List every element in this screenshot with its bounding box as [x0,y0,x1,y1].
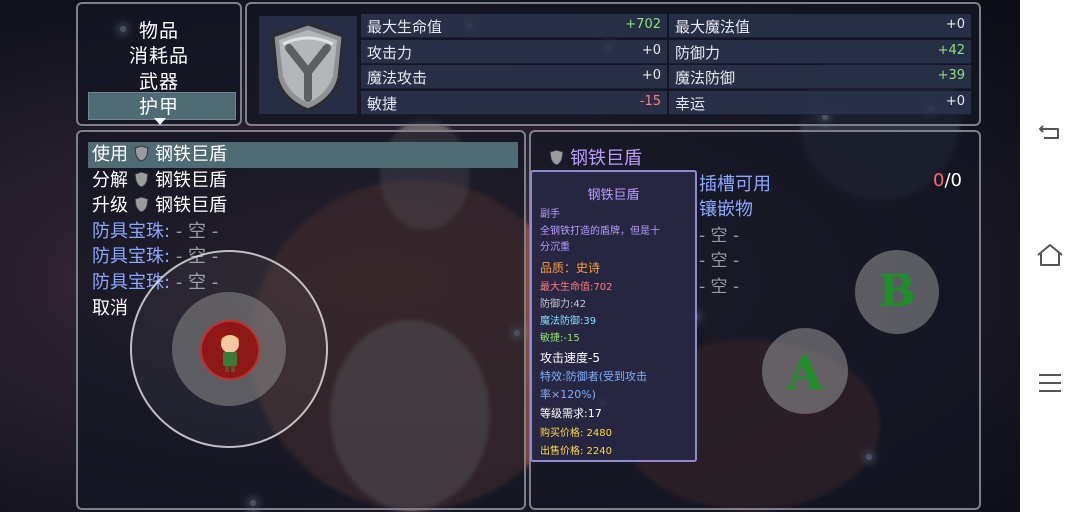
socket-total: 0 [950,170,962,191]
inlay-title: 镶嵌物 [699,199,753,220]
stat-value: +702 [625,17,661,32]
scroll-down-arrow-icon[interactable] [154,118,166,125]
stat-label: 魔法攻击 [367,69,428,87]
stat-label: 最大生命值 [367,18,443,36]
gem-slot-label: 防具宝珠: [92,246,171,267]
tooltip-name: 钢铁巨盾 [587,188,640,203]
cancel-label: 取消 [92,298,128,319]
stat-label: 攻击力 [367,43,413,62]
stat-value: +39 [937,68,965,83]
detail-item-name: 钢铁巨盾 [570,148,642,169]
stat-row: 敏捷 -15 [361,90,667,115]
tooltip-quality: 品质：史诗 [540,261,601,275]
stat-value: +0 [641,42,661,58]
stat-value: -15 [639,93,661,109]
gem-slot-value: - 空 - [175,221,219,242]
system-nav-bar [1020,0,1080,512]
use-label: 使用 [92,144,128,165]
tooltip-def: 防御力:42 [540,299,587,310]
stat-row: 幸运 +0 [669,90,971,115]
stat-label: 最大魔法值 [675,18,751,36]
tooltip-buy-price: 购买价格: 2480 [540,428,612,439]
b-button-label: B [878,266,916,317]
stat-row: 最大魔法值 +0 [669,14,971,38]
tooltip-sell-price: 出售价格: 2240 [540,446,612,457]
category-consumables[interactable]: 消耗品 [78,41,240,68]
a-button-label: A [787,346,823,400]
use-item-name: 钢铁巨盾 [155,144,227,165]
stat-row: 魔法攻击 +0 [361,65,667,89]
gem-slot-label: 防具宝珠: [92,221,171,242]
category-weapons[interactable]: 武器 [78,67,240,94]
tooltip-effect-line2: 率×120%) [540,388,596,401]
disassemble-action[interactable]: 分解 钢铁巨盾 [92,168,227,194]
disassemble-label: 分解 [92,170,128,191]
stat-label: 魔法防御 [675,69,736,87]
tooltip-effect-line1: 特效:防御者(受到攻击 [540,370,647,383]
socket-count: 0/0 [933,170,962,191]
joystick-knob[interactable] [200,320,260,380]
menu-icon[interactable] [1037,372,1063,394]
shield-portrait-icon [259,16,357,114]
stat-row: 最大生命值 +702 [361,14,667,38]
stat-row: 魔法防御 +39 [669,65,971,89]
b-button[interactable]: B [855,250,939,334]
stat-label: 幸运 [675,94,706,113]
shield-icon [549,149,564,166]
stat-row: 攻击力 +0 [361,39,667,64]
use-action[interactable]: 使用 钢铁巨盾 [92,142,227,168]
tooltip-agi: 敏捷:-15 [540,333,580,344]
tooltip-desc-line2: 分沉重 [540,242,570,253]
cancel-action[interactable]: 取消 [92,296,128,322]
stat-label: 防御力 [675,43,721,62]
stat-value: +0 [945,17,965,32]
item-tooltip: 钢铁巨盾 副手 全钢铁打造的盾牌，但是十 分沉重 品质：史诗 最大生命值:702… [530,170,697,462]
tooltip-mdef: 魔法防御:39 [540,316,597,327]
a-button[interactable]: A [762,328,848,414]
upgrade-action[interactable]: 升级 钢铁巨盾 [92,193,227,219]
stat-label: 敏捷 [367,94,398,113]
category-armor[interactable]: 护甲 [78,92,240,119]
inlay-slot-1[interactable]: - 空 - [699,221,739,246]
shield-icon [134,144,149,162]
tooltip-slot: 副手 [540,209,560,220]
stat-value: +0 [641,68,661,83]
shield-icon [134,195,149,213]
upgrade-item-name: 钢铁巨盾 [155,195,227,216]
shield-icon [134,170,149,188]
socket-title: 插槽可用 [699,174,771,195]
home-icon[interactable] [1035,241,1065,271]
tooltip-level-req: 等级需求:17 [540,407,602,420]
disassemble-item-name: 钢铁巨盾 [155,170,227,191]
gem-slot-1[interactable]: 防具宝珠: - 空 - [92,219,218,245]
socket-used: 0 [933,170,945,191]
stat-value: +42 [937,42,965,58]
tooltip-hp: 最大生命值:702 [540,282,613,293]
stat-row: 防御力 +42 [669,39,971,64]
category-menu-panel: 物品 消耗品 武器 护甲 [76,2,242,126]
item-stats-panel: 最大生命值 +702 攻击力 +0 魔法攻击 +0 敏捷 -15 最大魔法值 +0 防御力 +42 魔… [245,2,981,126]
tooltip-desc-line1: 全钢铁打造的盾牌，但是十 [540,226,660,237]
detail-title: 钢铁巨盾 [549,144,642,170]
tooltip-atk-speed: 攻击速度-5 [540,351,600,365]
inlay-slot-2[interactable]: - 空 - [699,246,739,271]
character-sprite-icon [220,335,240,372]
back-icon[interactable] [1036,118,1064,146]
inlay-slot-3[interactable]: - 空 - [699,272,739,297]
category-items[interactable]: 物品 [78,16,240,43]
stat-value: +0 [945,93,965,109]
upgrade-label: 升级 [92,195,128,216]
